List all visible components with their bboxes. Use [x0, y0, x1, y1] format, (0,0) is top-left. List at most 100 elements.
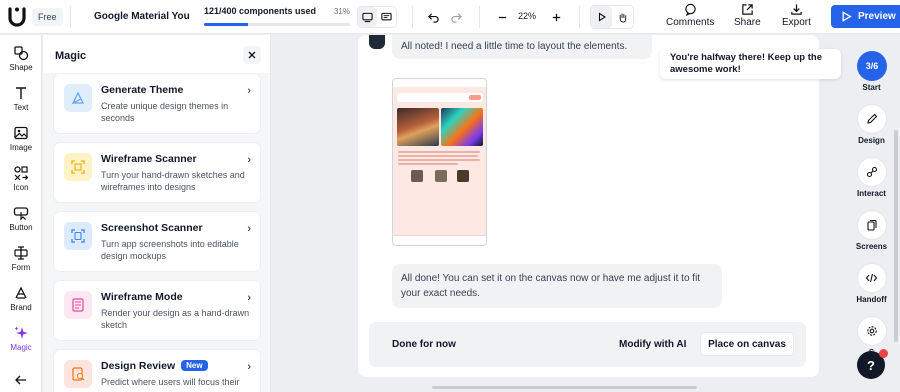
preview-thumbnail	[457, 170, 469, 182]
onboarding-rail: 3/6 Start Design Interact Screens Handof…	[843, 35, 900, 392]
chevron-right-icon: ›	[247, 85, 251, 97]
ai-chat-panel: All noted! I need a little time to layou…	[358, 35, 819, 377]
progress-tooltip: You're halfway there! Keep up the awesom…	[660, 49, 841, 79]
step-label: Interact	[857, 189, 886, 198]
done-button[interactable]: Done for now	[392, 339, 456, 350]
usage-percent: 31%	[333, 7, 350, 16]
download-icon	[791, 4, 802, 15]
link-icon	[857, 158, 886, 186]
assistant-message: All done! You can set it on the canvas n…	[392, 264, 722, 308]
top-bar: Free Google Material You 121/400 compone…	[0, 0, 900, 34]
export-label: Export	[782, 17, 811, 28]
horizontal-scrollbar[interactable]	[432, 386, 697, 389]
code-icon	[857, 264, 886, 292]
magic-card-wireframe-mode[interactable]: Wireframe Mode Render your design as a h…	[53, 280, 261, 341]
component-usage: 121/400 components used 31%	[204, 6, 352, 26]
zoom-out-icon[interactable]	[493, 8, 511, 26]
preview-button[interactable]: Preview	[831, 5, 900, 28]
rail-item-image[interactable]: Image	[0, 125, 42, 152]
zoom-in-icon[interactable]	[547, 8, 565, 26]
chevron-right-icon: ›	[247, 154, 251, 166]
rail-item-text[interactable]: Text	[0, 85, 42, 112]
generated-screen-preview[interactable]	[392, 78, 487, 246]
preview-text-line	[398, 151, 480, 153]
comment-icon	[684, 3, 696, 16]
export-button[interactable]: Export	[782, 3, 811, 28]
theme-icon	[64, 84, 92, 112]
mode-toggle	[590, 5, 634, 29]
rail-item-magic[interactable]: Magic	[0, 325, 42, 352]
layers-view-icon[interactable]	[377, 7, 396, 27]
usage-bar	[204, 23, 350, 26]
card-title: Design Review New	[101, 360, 208, 372]
icon-icon	[14, 166, 29, 181]
preview-text-line	[398, 159, 480, 161]
shape-icon	[14, 46, 29, 61]
canvas-view-icon[interactable]	[358, 7, 377, 27]
rail-item-label: Text	[13, 103, 29, 112]
card-title: Wireframe Scanner	[101, 153, 197, 165]
zoom-level[interactable]: 22%	[518, 11, 536, 21]
magic-card-generate-theme[interactable]: Generate Theme Create unique design them…	[53, 73, 261, 134]
step-label: Start	[862, 83, 881, 92]
hand-icon[interactable]	[612, 6, 633, 28]
close-icon[interactable]	[243, 46, 261, 64]
magic-icon	[14, 326, 28, 339]
preview-search-bar	[397, 93, 483, 102]
rail-item-form[interactable]: Form	[0, 245, 42, 272]
preview-thumbnail	[435, 170, 447, 182]
pencil-icon	[857, 105, 886, 133]
step-interact[interactable]: Interact	[843, 158, 900, 198]
collapse-rail-button[interactable]	[0, 373, 42, 389]
text-icon	[16, 87, 26, 99]
rail-item-shape[interactable]: Shape	[0, 45, 42, 72]
modify-with-ai-button[interactable]: Modify with AI	[619, 339, 686, 350]
usage-bar-fill	[204, 23, 249, 26]
redo-icon[interactable]	[447, 8, 465, 26]
screenshot-icon	[64, 222, 92, 250]
card-title-text: Design Review	[101, 360, 176, 372]
rail-item-button[interactable]: Button	[0, 205, 42, 232]
comments-button[interactable]: Comments	[666, 3, 714, 28]
tool-rail: Shape Text Image Icon Button Form Brand …	[0, 35, 42, 392]
preview-image	[441, 108, 483, 146]
card-description: Turn app screenshots into editable desig…	[101, 239, 239, 261]
share-button[interactable]: Share	[734, 3, 761, 28]
step-start[interactable]: Start	[843, 83, 900, 92]
project-name[interactable]: Google Material You	[94, 11, 190, 22]
usage-text: 121/400 components used	[204, 6, 317, 16]
chevron-right-icon: ›	[247, 292, 251, 304]
divider	[579, 6, 580, 28]
step-handoff[interactable]: Handoff	[843, 264, 900, 304]
chevron-right-icon: ›	[247, 361, 251, 373]
scanner-icon	[64, 153, 92, 181]
uizard-logo-icon[interactable]	[6, 6, 28, 28]
card-title: Screenshot Scanner	[101, 222, 203, 234]
onboarding-progress[interactable]: 3/6	[857, 51, 887, 81]
rail-item-icon[interactable]: Icon	[0, 165, 42, 192]
rail-item-label: Shape	[9, 63, 33, 72]
share-icon	[742, 4, 753, 15]
play-icon	[842, 11, 852, 22]
preview-text-line	[398, 163, 458, 165]
undo-icon[interactable]	[424, 8, 442, 26]
new-badge: New	[181, 360, 208, 371]
card-title: Wireframe Mode	[101, 291, 183, 303]
magic-card-design-review[interactable]: Design Review New Predict where users wil…	[53, 349, 261, 392]
step-screens[interactable]: Screens	[843, 211, 900, 251]
magic-card-screenshot-scanner[interactable]: Screenshot Scanner Turn app screenshots …	[53, 211, 261, 272]
play-icon[interactable]	[591, 6, 612, 28]
vertical-scrollbar[interactable]	[894, 130, 898, 342]
screens-icon	[857, 211, 886, 239]
rail-item-brand[interactable]: Brand	[0, 285, 42, 312]
preview-status-bar	[393, 79, 486, 87]
step-design[interactable]: Design	[843, 105, 900, 145]
share-label: Share	[734, 17, 761, 28]
rail-item-label: Brand	[10, 303, 32, 312]
preview-text-line	[398, 155, 478, 157]
magic-card-wireframe-scanner[interactable]: Wireframe Scanner Turn your hand-drawn s…	[53, 142, 261, 203]
place-on-canvas-button[interactable]: Place on canvas	[700, 332, 794, 356]
rail-item-label: Form	[11, 263, 31, 272]
assistant-message: All noted! I need a little time to layou…	[392, 35, 652, 59]
review-icon	[64, 360, 92, 388]
